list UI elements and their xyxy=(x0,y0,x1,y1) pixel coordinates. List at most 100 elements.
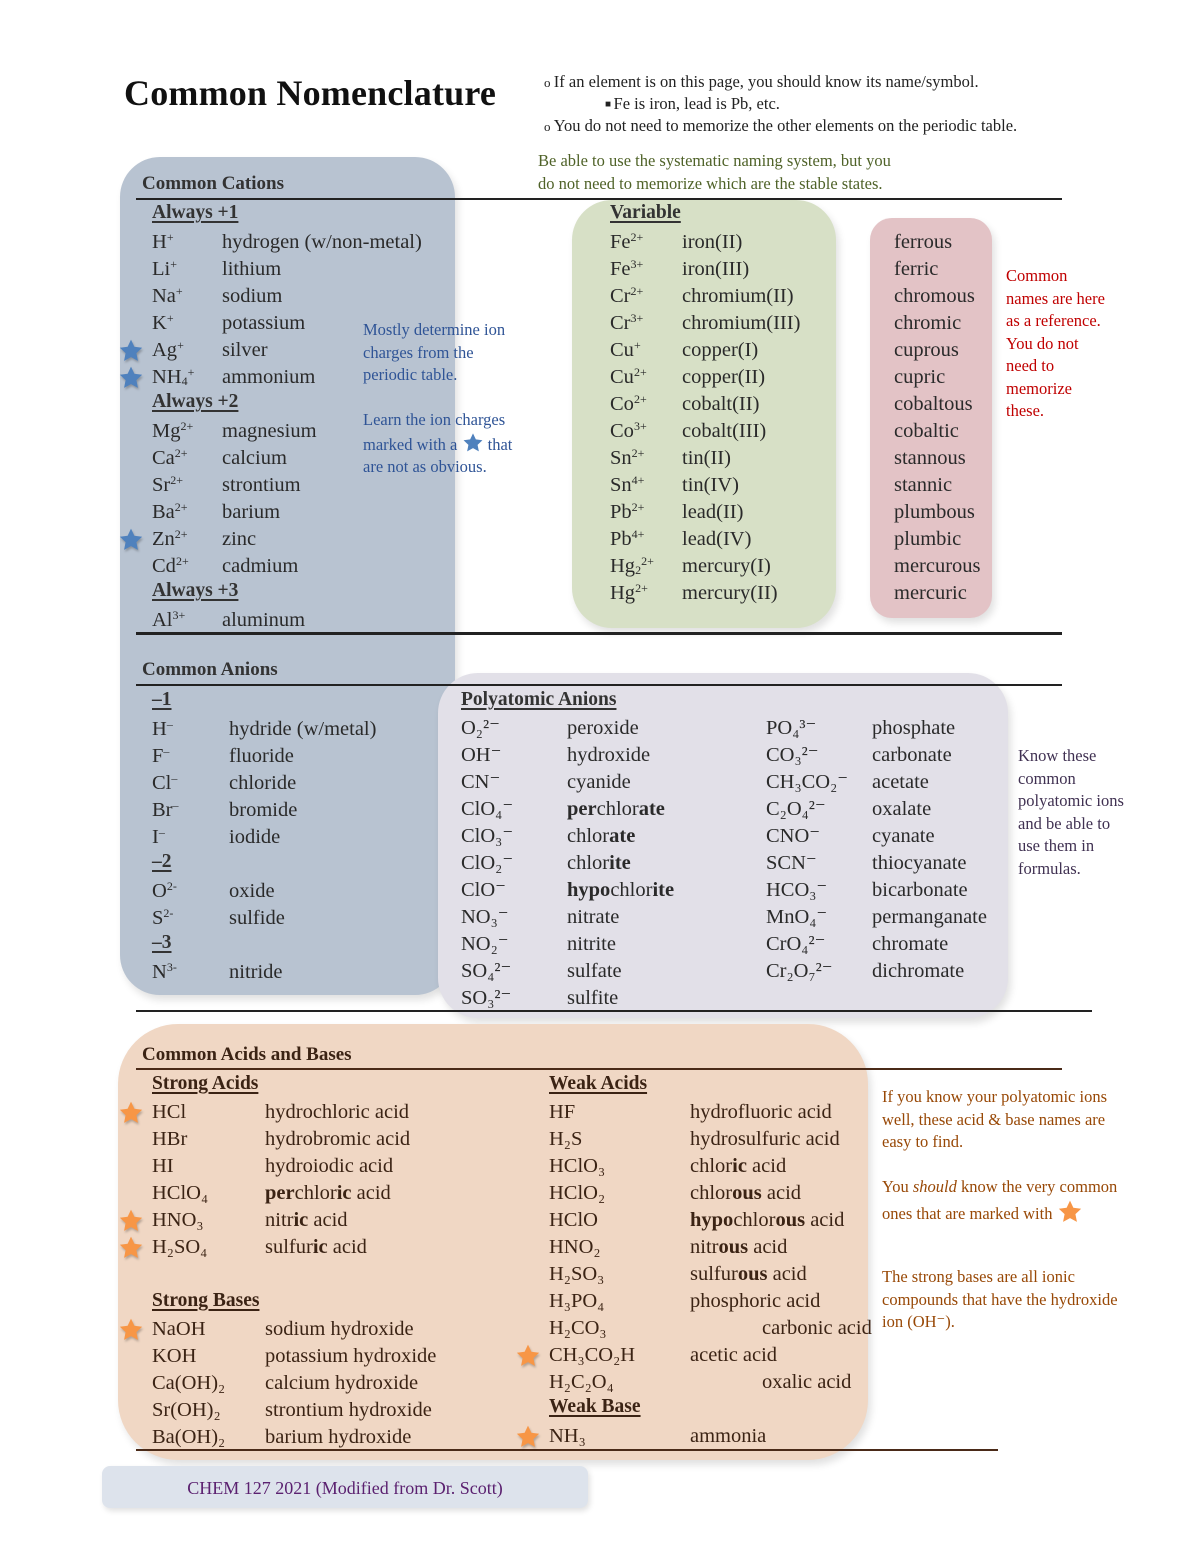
compound-name: ammonia xyxy=(690,1425,767,1447)
emphasized-suffix: ic xyxy=(732,1155,747,1177)
anion-name: bromide xyxy=(229,799,298,821)
cation-group-heading: Always +3 xyxy=(152,580,239,601)
compound-name: hydrochloric acid xyxy=(265,1101,410,1123)
formula-charge: – xyxy=(166,717,173,731)
formula-charge: + xyxy=(166,230,174,244)
emphasized-suffix: ite xyxy=(652,879,675,901)
formula-charge: 2+ xyxy=(630,230,644,244)
formula-charge: + xyxy=(175,284,183,298)
polyatomic-formula: SO₄²⁻ xyxy=(461,960,512,982)
polyatomic-name: cyanate xyxy=(872,825,935,847)
polyatomic-formula: ClO₃⁻ xyxy=(461,825,514,847)
systematic-name: cobalt(II) xyxy=(682,393,760,415)
common-name: chromous xyxy=(894,285,975,307)
polyatomic-formula: CO₃²⁻ xyxy=(766,744,819,766)
emphasized-suffix: ous xyxy=(775,1209,806,1231)
emphasized-suffix: ous xyxy=(718,1236,749,1258)
compound-formula: HF xyxy=(549,1101,576,1123)
polyatomic-formula: PO₄³⁻ xyxy=(766,717,817,739)
cations-note-periodic: Mostly determine ion charges from the pe… xyxy=(363,320,506,384)
compound-name: acetic acid xyxy=(690,1344,778,1366)
anion-formula: Br– xyxy=(152,798,179,821)
anion-formula: S2- xyxy=(152,906,174,929)
polyatomic-heading: Polyatomic Anions xyxy=(461,689,617,710)
compound-formula: NaOH xyxy=(152,1318,206,1340)
polyatomic-name: chlorite xyxy=(567,852,631,874)
emphasized-suffix: ic xyxy=(336,1182,352,1204)
anion-group-heading: –2 xyxy=(152,851,172,872)
cation-name: silver xyxy=(222,339,268,361)
hollow-bullet-icon: o xyxy=(544,119,554,134)
compound-name: hydrofluoric acid xyxy=(690,1101,832,1123)
polyatomic-formula: ClO₄⁻ xyxy=(461,798,514,820)
compound-formula: HClO₄ xyxy=(152,1182,209,1204)
compound-formula: H₃PO₄ xyxy=(549,1290,605,1312)
polyatomic-name: acetate xyxy=(872,771,929,793)
cation-formula: H+ xyxy=(152,230,174,253)
formula-charge: 2+ xyxy=(174,446,188,460)
anion-name: iodide xyxy=(229,826,281,848)
formula-charge: 2+ xyxy=(174,527,188,541)
common-name: plumbic xyxy=(894,528,962,550)
common-name: stannic xyxy=(894,474,953,496)
cations-rule xyxy=(136,198,1062,200)
variable-formula: Hg2+ xyxy=(610,581,648,604)
cation-name: barium xyxy=(222,501,281,523)
blue-star-icon xyxy=(119,339,143,361)
compound-formula: Sr(OH)₂ xyxy=(152,1399,221,1421)
blue-star-icon xyxy=(463,432,482,451)
formula-charge: – xyxy=(163,744,170,758)
polyatomic-name: permanganate xyxy=(872,906,987,928)
systematic-name: lead(IV) xyxy=(682,528,752,550)
compound-formula: HCl xyxy=(152,1101,187,1123)
compound-name: carbonic acid xyxy=(762,1317,872,1339)
compound-name: nitrous acid xyxy=(690,1236,788,1258)
intro-bullet-1: o If an element is on this page, you sho… xyxy=(544,72,979,91)
formula-charge: – xyxy=(158,825,165,839)
anion-formula: I– xyxy=(152,825,165,848)
compound-name: hydrobromic acid xyxy=(265,1128,411,1150)
polyatomic-name: thiocyanate xyxy=(872,852,967,874)
polyatomic-name: nitrite xyxy=(567,933,616,955)
cation-formula: Zn2+ xyxy=(152,527,188,550)
systematic-name: iron(II) xyxy=(682,231,743,253)
polyatomic-name: sulfate xyxy=(567,960,622,982)
common-name: mercurous xyxy=(894,555,981,577)
orange-star-icon xyxy=(516,1344,540,1366)
polyatomic-formula: HCO₃⁻ xyxy=(766,879,828,901)
anion-group-heading: –3 xyxy=(152,932,172,953)
cation-formula: Ca2+ xyxy=(152,446,188,469)
common-name: plumbous xyxy=(894,501,975,523)
compound-name: hydroiodic acid xyxy=(265,1155,394,1177)
formula-charge: 2+ xyxy=(635,581,648,595)
formula-charge: 3+ xyxy=(633,419,647,433)
compound-name: calcium hydroxide xyxy=(265,1372,419,1394)
formula-charge: 4+ xyxy=(631,527,645,541)
compound-formula: HNO₂ xyxy=(549,1236,601,1258)
square-bullet-icon: ■ xyxy=(605,99,614,110)
polyatomic-name: hypochlorite xyxy=(567,879,675,901)
anion-formula: F– xyxy=(152,744,170,767)
polyatomic-name: cyanide xyxy=(567,771,631,793)
compound-name: nitric acid xyxy=(265,1209,348,1231)
variable-formula: Cu+ xyxy=(610,338,641,361)
cation-group-heading: Always +2 xyxy=(152,391,239,412)
cation-formula: Ag+ xyxy=(152,338,184,361)
emphasized-suffix: per xyxy=(265,1182,295,1204)
systematic-name: tin(IV) xyxy=(682,474,739,496)
polyatomic-name: dichromate xyxy=(872,960,965,982)
cation-name: cadmium xyxy=(222,555,299,577)
systematic-name: tin(II) xyxy=(682,447,731,469)
formula-charge: 3+ xyxy=(630,257,644,271)
formula-charge: + xyxy=(166,311,174,325)
page-title: Common Nomenclature xyxy=(124,73,497,113)
cations-note-stars: Learn the ion charges marked with a that… xyxy=(363,410,513,476)
acids-note-starred: You should know the very common ones tha… xyxy=(882,1177,1118,1223)
formula-charge: + xyxy=(177,338,184,352)
polyatomic-name: peroxide xyxy=(567,717,639,739)
acids-note-polyatomic: If you know your polyatomic ions well, t… xyxy=(882,1087,1108,1151)
formula-charge: + xyxy=(170,257,177,271)
formula-charge: 2- xyxy=(166,879,177,893)
cation-formula: Ba2+ xyxy=(152,500,188,523)
common-name: chromic xyxy=(894,312,962,334)
